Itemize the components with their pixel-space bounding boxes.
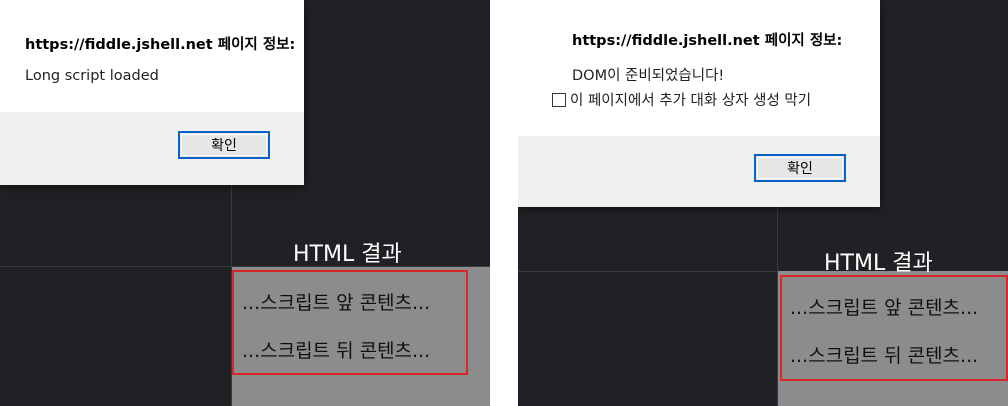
suppress-dialogs-checkbox[interactable] — [552, 92, 566, 107]
right-screenshot: HTML 결과 ...스크립트 앞 콘텐츠... ...스크립트 뒤 콘텐츠..… — [518, 0, 1008, 406]
dialog-footer: 확인 — [0, 112, 304, 185]
dialog-message: DOM이 준비되었습니다! — [572, 68, 725, 84]
html-result-label: HTML 결과 — [293, 242, 402, 267]
html-result-label: HTML 결과 — [824, 251, 933, 276]
highlighted-output-box: ...스크립트 앞 콘텐츠... ...스크립트 뒤 콘텐츠... — [232, 270, 468, 375]
content-after-script: ...스크립트 뒤 콘텐츠... — [790, 345, 979, 367]
dialog-title: https://fiddle.jshell.net 페이지 정보: — [572, 33, 843, 49]
content-before-script: ...스크립트 앞 콘텐츠... — [242, 292, 431, 314]
dialog-message: Long script loaded — [25, 68, 159, 84]
suppress-dialogs-option[interactable]: 이 페이지에서 추가 대화 상자 생성 막기 — [552, 89, 811, 110]
alert-dialog: https://fiddle.jshell.net 페이지 정보: DOM이 준… — [518, 0, 880, 207]
ok-button[interactable]: 확인 — [754, 154, 846, 182]
ok-button[interactable]: 확인 — [178, 131, 270, 159]
suppress-dialogs-label: 이 페이지에서 추가 대화 상자 생성 막기 — [570, 93, 812, 109]
highlighted-output-box: ...스크립트 앞 콘텐츠... ...스크립트 뒤 콘텐츠... — [780, 275, 1008, 381]
content-before-script: ...스크립트 앞 콘텐츠... — [790, 297, 979, 319]
content-after-script: ...스크립트 뒤 콘텐츠... — [242, 340, 431, 362]
dialog-title: https://fiddle.jshell.net 페이지 정보: — [25, 37, 296, 53]
alert-dialog: https://fiddle.jshell.net 페이지 정보: Long s… — [0, 0, 304, 185]
left-screenshot: HTML 결과 ...스크립트 앞 콘텐츠... ...스크립트 뒤 콘텐츠..… — [0, 0, 490, 406]
dialog-footer: 확인 — [518, 136, 880, 207]
